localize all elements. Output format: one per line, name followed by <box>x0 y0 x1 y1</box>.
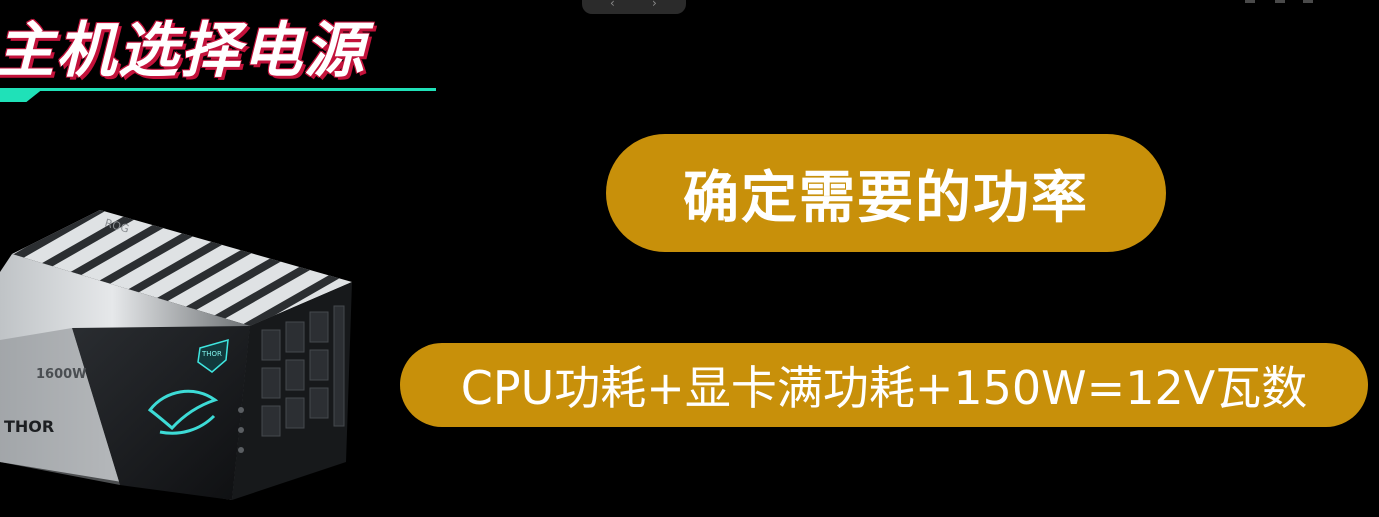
page-title: 主机选择电源 <box>0 16 366 86</box>
psu-product-image: ROG 1600W THOR THOR <box>0 210 352 500</box>
title-underline <box>40 88 436 91</box>
psu-model-text: THOR <box>4 417 54 436</box>
top-overlay-widget: ‹ › <box>582 0 686 14</box>
top-right-mark <box>1245 0 1315 4</box>
heading-pill: 确定需要的功率 <box>606 134 1166 252</box>
formula-pill: CPU功耗+显卡满功耗+150W=12V瓦数 <box>400 343 1368 427</box>
psu-badge-text: THOR <box>201 350 222 358</box>
chevron-right-glyph: › <box>652 0 657 10</box>
title-accent-block <box>0 88 44 102</box>
psu-wattage-label: 1600W <box>36 367 87 382</box>
caret-glyph: ‹ <box>610 0 615 10</box>
